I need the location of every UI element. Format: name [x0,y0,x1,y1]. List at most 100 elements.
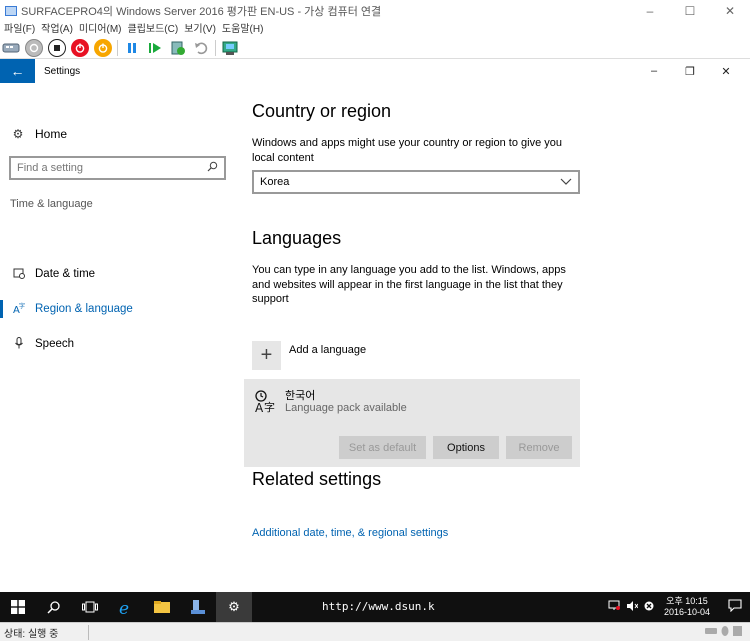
network-icon[interactable] [608,600,620,614]
turn-off-icon[interactable] [48,38,66,57]
host-maximize-button[interactable]: ☐ [670,0,710,22]
sidebar-item-date-time[interactable]: Date & time [0,262,236,286]
settings-window-controls: – ❐ ✕ [636,59,744,83]
language-status: Language pack available [285,402,407,414]
host-minimize-button[interactable]: – [630,0,670,22]
lock-icon [733,626,742,636]
country-select[interactable]: Korea [252,170,580,194]
shutdown-icon[interactable] [71,38,89,57]
options-button[interactable]: Options [433,436,499,459]
server-manager-taskbar-button[interactable] [180,592,216,622]
menu-help[interactable]: 도움말(H) [222,22,263,37]
ctrl-alt-del-icon[interactable] [2,39,20,57]
host-title-bar: SURFACEPRO4의 Windows Server 2016 평가판 EN-… [0,0,750,22]
resume-icon[interactable] [146,39,164,57]
checkpoint-icon[interactable] [169,39,187,57]
search-icon [207,161,218,175]
host-close-button[interactable]: ✕ [710,0,750,22]
svg-text:字: 字 [19,302,25,310]
vm-status-text: 상태: 실행 중 [4,628,59,640]
status-indicators [704,625,744,640]
status-divider [88,625,89,640]
menu-action[interactable]: 작업(A) [41,22,73,37]
clock-date: 2016-10-04 [663,607,710,617]
revert-icon[interactable] [192,39,210,57]
host-window-controls: – ☐ ✕ [630,0,750,22]
settings-close-button[interactable]: ✕ [708,65,744,78]
file-explorer-taskbar-button[interactable] [144,592,180,622]
save-icon[interactable] [94,38,112,57]
search-placeholder: Find a setting [17,162,84,174]
back-arrow-icon: ← [10,63,25,79]
server-manager-icon [191,600,205,614]
menu-clipboard[interactable]: 클립보드(C) [128,22,179,37]
settings-title-bar: ← Settings – ❐ ✕ [0,59,750,83]
svg-text:e: e [119,599,129,616]
add-language-button[interactable]: + Add a language [252,341,366,370]
country-description: Windows and apps might use your country … [252,137,562,164]
settings-restore-button[interactable]: ❐ [672,65,708,78]
task-view-icon [82,601,98,613]
start-icon[interactable] [25,38,43,57]
back-button[interactable]: ← [0,59,35,83]
language-pack-icon: A字 [254,389,278,418]
region-language-icon: A字 [12,302,26,317]
remove-button[interactable]: Remove [506,436,572,459]
toolbar-divider [117,39,118,56]
set-as-default-button[interactable]: Set as default [339,436,426,459]
sidebar-item-speech[interactable]: Speech [0,332,236,356]
sidebar-item-region-language[interactable]: A字 Region & language [0,297,236,321]
sidebar-item-label: Speech [35,338,75,350]
menu-file[interactable]: 파일(F) [4,22,35,37]
mouse-icon [721,626,729,636]
vm-connection-icon [5,6,17,16]
host-status-bar: 상태: 실행 중 [0,622,750,641]
add-language-label: Add a language [289,344,367,356]
watermark-text: http://www.dsun.k [322,600,435,613]
host-window-title: SURFACEPRO4의 Windows Server 2016 평가판 EN-… [21,6,382,18]
start-button[interactable] [0,592,36,622]
taskbar-search-button[interactable] [36,592,72,622]
enhanced-session-icon[interactable] [221,39,239,57]
gear-icon: ⚙ [12,127,24,141]
menu-view[interactable]: 보기(V) [184,22,216,37]
windows-logo-icon [11,600,25,614]
error-icon[interactable] [644,601,654,614]
action-center-icon[interactable] [720,599,750,615]
svg-text:A: A [255,401,264,413]
internet-explorer-icon: e [119,599,129,616]
host-toolbar [0,37,750,59]
plus-icon: + [252,341,281,370]
host-menu-bar: 파일(F) 작업(A) 미디어(M) 클립보드(C) 보기(V) 도움말(H) [0,22,750,37]
language-list-item[interactable]: A字 한국어 Language pack available Set as de… [244,379,580,467]
pause-icon[interactable] [123,39,141,57]
task-view-button[interactable] [72,592,108,622]
languages-heading: Languages [252,228,342,248]
chevron-down-icon [560,177,572,188]
folder-icon [154,601,170,613]
taskbar-clock[interactable]: 오후 10:15 2016-10-04 [664,596,710,618]
system-tray: 오후 10:15 2016-10-04 [608,592,750,622]
section-label: Time & language [10,198,93,210]
date-time-icon [12,267,26,282]
settings-window: ← Settings – ❐ ✕ ⚙ Home Find a setting T… [0,59,750,592]
gear-icon: ⚙ [228,599,240,614]
settings-sidebar: ⚙ Home Find a setting Time & language Da… [0,83,236,592]
search-input[interactable]: Find a setting [9,156,226,180]
home-nav-item[interactable]: ⚙ Home [11,127,67,141]
ie-taskbar-button[interactable]: e [108,592,144,622]
settings-taskbar-button[interactable]: ⚙ [216,592,252,622]
svg-text:字: 字 [264,400,275,413]
home-label: Home [35,127,68,141]
settings-minimize-button[interactable]: – [636,65,672,77]
additional-settings-link[interactable]: Additional date, time, & regional settin… [252,527,448,539]
settings-title: Settings [44,65,81,77]
languages-description: You can type in any language you add to … [252,264,566,305]
clock-time: 오후 10:15 [666,596,708,606]
country-selected-value: Korea [260,176,290,188]
menu-media[interactable]: 미디어(M) [79,22,122,37]
search-icon [47,601,60,614]
country-heading: Country or region [252,101,392,121]
related-settings-heading: Related settings [252,469,382,489]
volume-icon[interactable] [626,600,639,614]
